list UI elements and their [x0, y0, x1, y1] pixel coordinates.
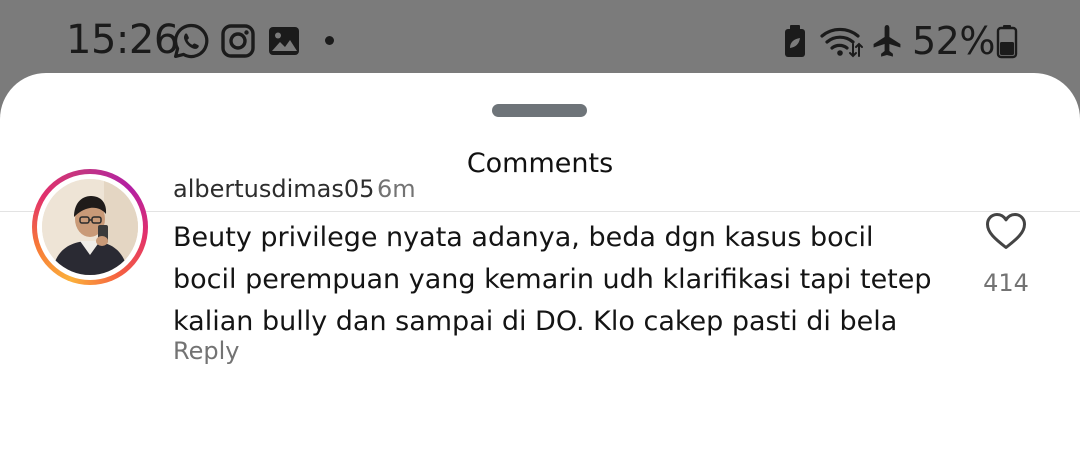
comment-username[interactable]: albertusdimas05: [173, 174, 374, 204]
more-notifications-dot: [325, 36, 334, 45]
comment-text: Beuty privilege nyata adanya, beda dgn k…: [173, 222, 932, 337]
instagram-icon: [219, 22, 257, 60]
story-ring-avatar[interactable]: [32, 169, 148, 285]
sheet-title: Comments: [466, 148, 614, 179]
status-bar: 15:26 52%: [0, 0, 1080, 80]
gallery-icon: [265, 22, 303, 60]
comment-timestamp: 6m: [377, 175, 416, 203]
battery-icon: [996, 22, 1018, 60]
heart-icon[interactable]: [985, 212, 1027, 250]
like-count: 414: [983, 269, 1029, 297]
header-divider: [0, 211, 1080, 212]
sheet-drag-handle[interactable]: [492, 104, 587, 117]
battery-percentage: 52%: [912, 19, 995, 63]
battery-saver-icon: [778, 22, 812, 60]
avatar: [42, 179, 138, 275]
reply-button[interactable]: Reply: [173, 336, 239, 366]
wifi-icon: [820, 22, 864, 60]
airplane-mode-icon: [868, 22, 906, 60]
whatsapp-icon: [172, 22, 210, 60]
status-time: 15:26: [66, 17, 179, 63]
avatar-border: [37, 174, 143, 280]
